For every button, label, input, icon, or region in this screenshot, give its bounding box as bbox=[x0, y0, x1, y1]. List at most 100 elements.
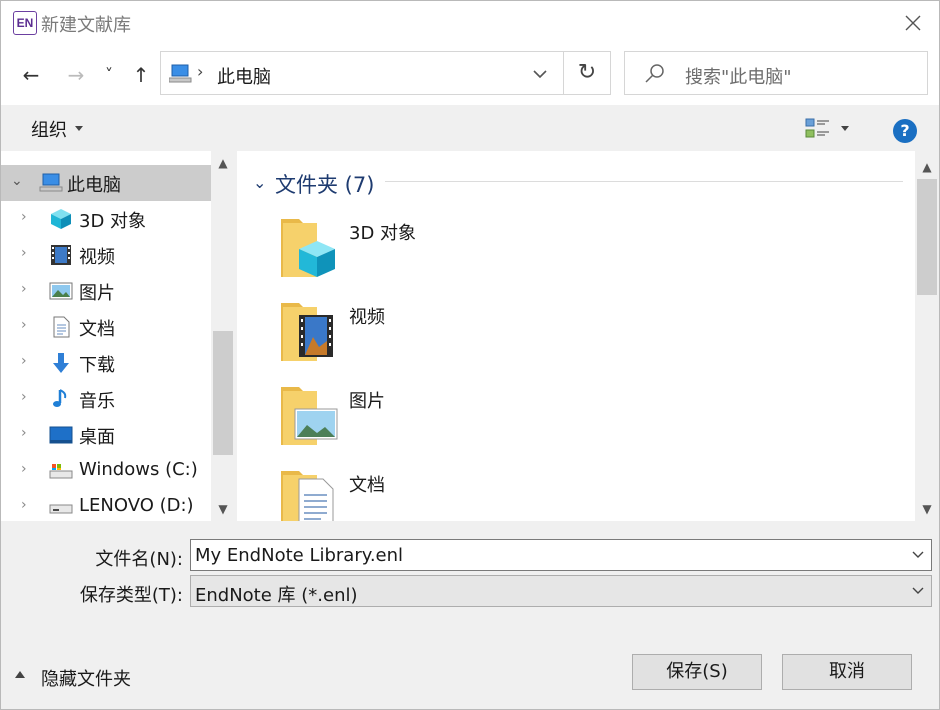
folder-documents-icon bbox=[281, 471, 334, 521]
folder-name: 文档 bbox=[349, 475, 385, 496]
tree-item-label: 图片 bbox=[79, 283, 115, 304]
forward-button[interactable]: → bbox=[61, 59, 91, 91]
drive-d-icon bbox=[49, 504, 73, 514]
search-input[interactable]: 搜索"此电脑" bbox=[685, 63, 792, 89]
chevron-right-icon[interactable]: › bbox=[21, 245, 27, 261]
folder-3d-icon bbox=[281, 219, 335, 277]
tree-scrollbar[interactable]: ▲ ▼ bbox=[211, 151, 235, 521]
chevron-right-icon[interactable]: › bbox=[21, 389, 27, 405]
address-text: 此电脑 bbox=[217, 67, 271, 88]
tree-item-drive-d[interactable]: › LENOVO (D:) bbox=[1, 489, 211, 521]
folder-pictures-icon bbox=[281, 387, 338, 445]
chevron-expanded-icon[interactable]: ⌄ bbox=[11, 173, 23, 189]
tree-item-label: 音乐 bbox=[79, 391, 115, 412]
chevron-right-icon[interactable]: › bbox=[21, 461, 27, 477]
divider bbox=[563, 52, 564, 94]
refresh-button[interactable]: ↻ bbox=[567, 60, 607, 86]
folder-name: 3D 对象 bbox=[349, 223, 417, 244]
organize-menu-button[interactable]: 组织 bbox=[31, 116, 67, 142]
tree-item-pictures[interactable]: › 图片 bbox=[1, 273, 211, 309]
tree-item-3d-objects[interactable]: › 3D 对象 bbox=[1, 201, 211, 237]
tree-item-label: 视频 bbox=[79, 247, 115, 268]
desktop-icon bbox=[49, 426, 73, 444]
chevron-right-icon[interactable]: › bbox=[21, 497, 27, 513]
folder-item-3d-objects[interactable]: 3D 对象 bbox=[277, 213, 677, 293]
scrollbar-thumb[interactable] bbox=[917, 179, 937, 295]
chevron-right-icon[interactable]: › bbox=[21, 281, 27, 297]
chevron-down-icon: ˅ bbox=[105, 65, 113, 84]
pictures-icon bbox=[49, 282, 73, 300]
tree-item-label: 此电脑 bbox=[67, 175, 121, 196]
documents-icon bbox=[53, 316, 70, 338]
group-header[interactable]: 文件夹 (7) bbox=[275, 169, 374, 199]
tree-item-label: 文档 bbox=[79, 319, 115, 340]
chevron-down-icon bbox=[533, 70, 547, 79]
tree-item-music[interactable]: › 音乐 bbox=[1, 381, 211, 417]
view-dropdown-caret-icon[interactable] bbox=[841, 126, 849, 131]
caret-up-icon[interactable] bbox=[15, 671, 25, 678]
scroll-down-icon[interactable]: ▼ bbox=[915, 499, 939, 519]
close-icon bbox=[905, 15, 921, 31]
tree-item-label: 3D 对象 bbox=[79, 211, 147, 232]
help-icon[interactable]: ? bbox=[893, 119, 917, 143]
content-scrollbar[interactable]: ▲ ▼ bbox=[915, 151, 939, 521]
chevron-right-icon[interactable]: › bbox=[21, 353, 27, 369]
recent-locations-button[interactable]: ˅ bbox=[97, 59, 121, 91]
scroll-down-icon[interactable]: ▼ bbox=[211, 499, 235, 519]
music-note-icon bbox=[53, 389, 67, 407]
back-button[interactable]: ← bbox=[16, 59, 46, 91]
folder-video-icon bbox=[281, 303, 333, 361]
tree-item-desktop[interactable]: › 桌面 bbox=[1, 417, 211, 453]
tree-item-label: 下载 bbox=[79, 355, 115, 376]
group-collapse-icon[interactable]: ⌄ bbox=[253, 173, 266, 192]
folder-item-videos[interactable]: 视频 bbox=[277, 297, 677, 377]
endnote-app-icon: EN bbox=[13, 11, 37, 35]
drive-c-icon bbox=[49, 464, 73, 479]
search-icon bbox=[645, 64, 664, 83]
tree-item-drive-c[interactable]: › Windows (C:) bbox=[1, 453, 211, 489]
up-button[interactable]: ↑ bbox=[126, 59, 156, 91]
computer-icon bbox=[39, 173, 63, 192]
address-bar[interactable]: › 此电脑 ↻ bbox=[160, 51, 611, 95]
scrollbar-thumb[interactable] bbox=[213, 331, 233, 455]
folder-item-pictures[interactable]: 图片 bbox=[277, 381, 677, 461]
tree-item-label: LENOVO (D:) bbox=[79, 495, 194, 516]
file-list-pane: ⌄ 文件夹 (7) 3D 对象 视频 图片 文档 bbox=[237, 151, 915, 521]
back-arrow-icon: ← bbox=[22, 63, 40, 87]
filetype-value: EndNote 库 (*.enl) bbox=[195, 585, 358, 606]
address-dropdown-button[interactable] bbox=[525, 62, 555, 86]
forward-arrow-icon: → bbox=[67, 63, 85, 87]
tree-item-label: Windows (C:) bbox=[79, 459, 198, 480]
hide-folders-toggle[interactable]: 隐藏文件夹 bbox=[41, 665, 131, 691]
tree-item-this-pc[interactable]: ⌄ 此电脑 bbox=[1, 165, 211, 201]
download-arrow-icon bbox=[53, 353, 69, 373]
close-button[interactable] bbox=[897, 7, 929, 39]
scroll-up-icon[interactable]: ▲ bbox=[211, 153, 235, 173]
folder-item-documents[interactable]: 文档 bbox=[277, 465, 677, 521]
chevron-right-icon[interactable]: › bbox=[21, 209, 27, 225]
filename-field[interactable]: My EndNote Library.enl bbox=[190, 539, 932, 571]
chevron-down-icon[interactable] bbox=[911, 548, 925, 562]
filename-input[interactable]: My EndNote Library.enl bbox=[195, 545, 403, 566]
folder-name: 图片 bbox=[349, 391, 385, 412]
scroll-up-icon[interactable]: ▲ bbox=[915, 157, 939, 177]
tree-item-label: 桌面 bbox=[79, 427, 115, 448]
up-arrow-icon: ↑ bbox=[132, 63, 150, 87]
tree-item-videos[interactable]: › 视频 bbox=[1, 237, 211, 273]
filename-label: 文件名(N): bbox=[95, 549, 183, 570]
window-title: 新建文献库 bbox=[41, 15, 131, 36]
search-box[interactable]: 搜索"此电脑" bbox=[624, 51, 928, 95]
divider bbox=[385, 181, 903, 182]
tree-item-downloads[interactable]: › 下载 bbox=[1, 345, 211, 381]
folder-name: 视频 bbox=[349, 307, 385, 328]
view-options-icon[interactable] bbox=[805, 117, 831, 141]
dropdown-caret-icon bbox=[75, 126, 83, 131]
save-button[interactable]: 保存(S) bbox=[632, 654, 762, 690]
breadcrumb-chevron-icon: › bbox=[197, 62, 204, 81]
chevron-down-icon[interactable] bbox=[911, 584, 925, 598]
tree-item-documents[interactable]: › 文档 bbox=[1, 309, 211, 345]
filetype-select[interactable]: EndNote 库 (*.enl) bbox=[190, 575, 932, 607]
cancel-button[interactable]: 取消 bbox=[782, 654, 912, 690]
chevron-right-icon[interactable]: › bbox=[21, 317, 27, 333]
chevron-right-icon[interactable]: › bbox=[21, 425, 27, 441]
